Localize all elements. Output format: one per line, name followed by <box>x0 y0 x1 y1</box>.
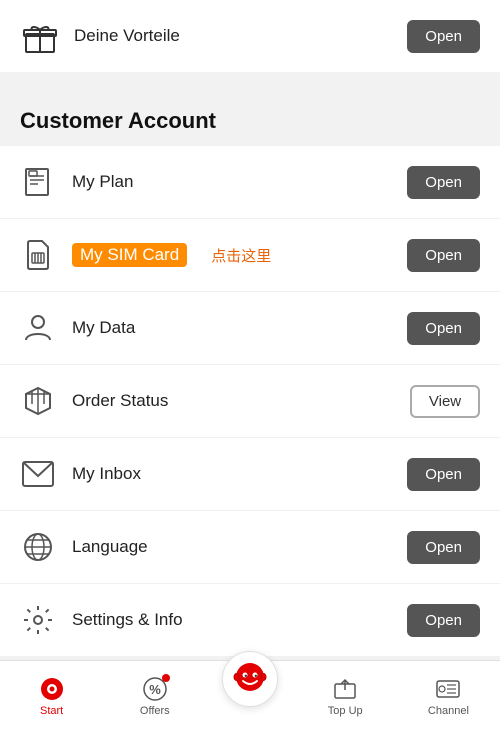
box-icon <box>20 383 56 419</box>
language-button[interactable]: Open <box>407 531 480 564</box>
bottom-nav: Start % Offers <box>0 660 500 732</box>
sim-card-icon <box>20 237 56 273</box>
start-label: Start <box>40 705 63 717</box>
menu-item-order-status[interactable]: Order Status View <box>0 365 500 438</box>
start-icon <box>39 676 65 702</box>
order-status-button[interactable]: View <box>410 385 480 418</box>
settings-info-button[interactable]: Open <box>407 604 480 637</box>
nav-item-channel[interactable]: Channel <box>397 672 500 721</box>
plan-icon <box>20 164 56 200</box>
my-data-label: My Data <box>72 318 135 338</box>
menu-item-left-order: Order Status <box>20 383 168 419</box>
offers-label: Offers <box>140 705 170 717</box>
scroll-area[interactable]: Deine Vorteile Open Customer Account My … <box>0 0 500 660</box>
svg-text:%: % <box>149 682 161 697</box>
channel-label: Channel <box>428 705 469 717</box>
offers-icon: % <box>142 676 168 702</box>
home-icon <box>222 651 278 707</box>
nav-item-top-up[interactable]: Top Up <box>294 672 397 721</box>
envelope-icon <box>20 456 56 492</box>
menu-item-left-settings: Settings & Info <box>20 602 183 638</box>
order-status-label: Order Status <box>72 391 168 411</box>
section-title: Customer Account <box>0 88 500 146</box>
menu-item-left-sim: My SIM Card 点击这里 <box>20 237 271 273</box>
banner-open-button[interactable]: Open <box>407 20 480 53</box>
person-icon <box>20 310 56 346</box>
menu-item-my-sim-card[interactable]: My SIM Card 点击这里 Open <box>0 219 500 292</box>
top-up-icon <box>332 676 358 702</box>
my-inbox-button[interactable]: Open <box>407 458 480 491</box>
my-data-button[interactable]: Open <box>407 312 480 345</box>
nav-item-home[interactable] <box>206 651 293 707</box>
banner-label: Deine Vorteile <box>74 26 180 46</box>
menu-item-left-data: My Data <box>20 310 135 346</box>
channel-icon <box>435 676 461 702</box>
my-inbox-label: My Inbox <box>72 464 141 484</box>
menu-item-left-language: Language <box>20 529 148 565</box>
my-plan-button[interactable]: Open <box>407 166 480 199</box>
menu-item-my-data[interactable]: My Data Open <box>0 292 500 365</box>
menu-card: My Plan Open My SIM Card 点击这里 <box>0 146 500 656</box>
menu-item-my-inbox[interactable]: My Inbox Open <box>0 438 500 511</box>
banner-left: Deine Vorteile <box>20 16 180 56</box>
gift-icon <box>20 16 60 56</box>
my-plan-label: My Plan <box>72 172 133 192</box>
menu-item-left-inbox: My Inbox <box>20 456 141 492</box>
menu-item-left: My Plan <box>20 164 133 200</box>
nav-item-offers[interactable]: % Offers <box>103 672 206 721</box>
top-banner: Deine Vorteile Open <box>0 0 500 72</box>
settings-info-label: Settings & Info <box>72 610 183 630</box>
language-label: Language <box>72 537 148 557</box>
menu-item-my-plan[interactable]: My Plan Open <box>0 146 500 219</box>
menu-item-settings-info[interactable]: Settings & Info Open <box>0 584 500 656</box>
settings-icon <box>20 602 56 638</box>
menu-item-language[interactable]: Language Open <box>0 511 500 584</box>
top-up-label: Top Up <box>328 705 363 717</box>
nav-item-start[interactable]: Start <box>0 672 103 721</box>
globe-icon <box>20 529 56 565</box>
my-sim-card-label: My SIM Card <box>72 243 187 267</box>
click-hint: 点击这里 <box>211 245 271 266</box>
my-sim-card-button[interactable]: Open <box>407 239 480 272</box>
